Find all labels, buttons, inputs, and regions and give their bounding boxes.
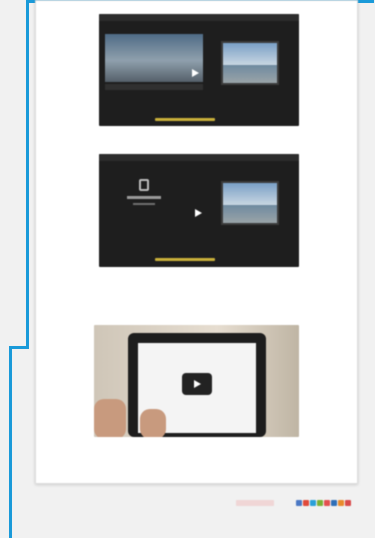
social-icon-2[interactable] <box>303 500 309 506</box>
loading-subtext <box>133 203 155 205</box>
video-thumbnail <box>105 34 203 82</box>
social-icon-3[interactable] <box>310 500 316 506</box>
callout-line-elbow <box>9 346 29 349</box>
hand-right <box>140 409 166 437</box>
play-icon[interactable] <box>195 209 202 217</box>
loading-text <box>127 196 161 199</box>
progress-bar <box>155 118 215 121</box>
progress-bar <box>155 258 215 261</box>
tablet-display <box>221 41 279 85</box>
screenshot-figure-2 <box>99 154 299 267</box>
footer-brand-badge <box>236 500 274 506</box>
tablet-display <box>221 181 279 225</box>
video-controls <box>105 84 203 90</box>
photo-figure-3 <box>94 325 299 437</box>
screenshot-figure-1 <box>99 14 299 126</box>
social-icon-6[interactable] <box>331 500 337 506</box>
social-icon-1[interactable] <box>296 500 302 506</box>
window-titlebar <box>99 14 299 21</box>
play-button[interactable] <box>182 373 212 395</box>
social-icon-4[interactable] <box>317 500 323 506</box>
social-icon-8[interactable] <box>345 500 351 506</box>
play-icon <box>194 380 201 388</box>
callout-line-down <box>9 346 12 538</box>
social-icon-7[interactable] <box>338 500 344 506</box>
social-icon-5[interactable] <box>324 500 330 506</box>
hand-left <box>94 399 126 437</box>
callout-line-left <box>26 0 29 347</box>
window-titlebar <box>99 154 299 161</box>
document-page <box>35 0 358 484</box>
document-icon <box>139 179 149 191</box>
play-icon[interactable] <box>192 69 199 77</box>
